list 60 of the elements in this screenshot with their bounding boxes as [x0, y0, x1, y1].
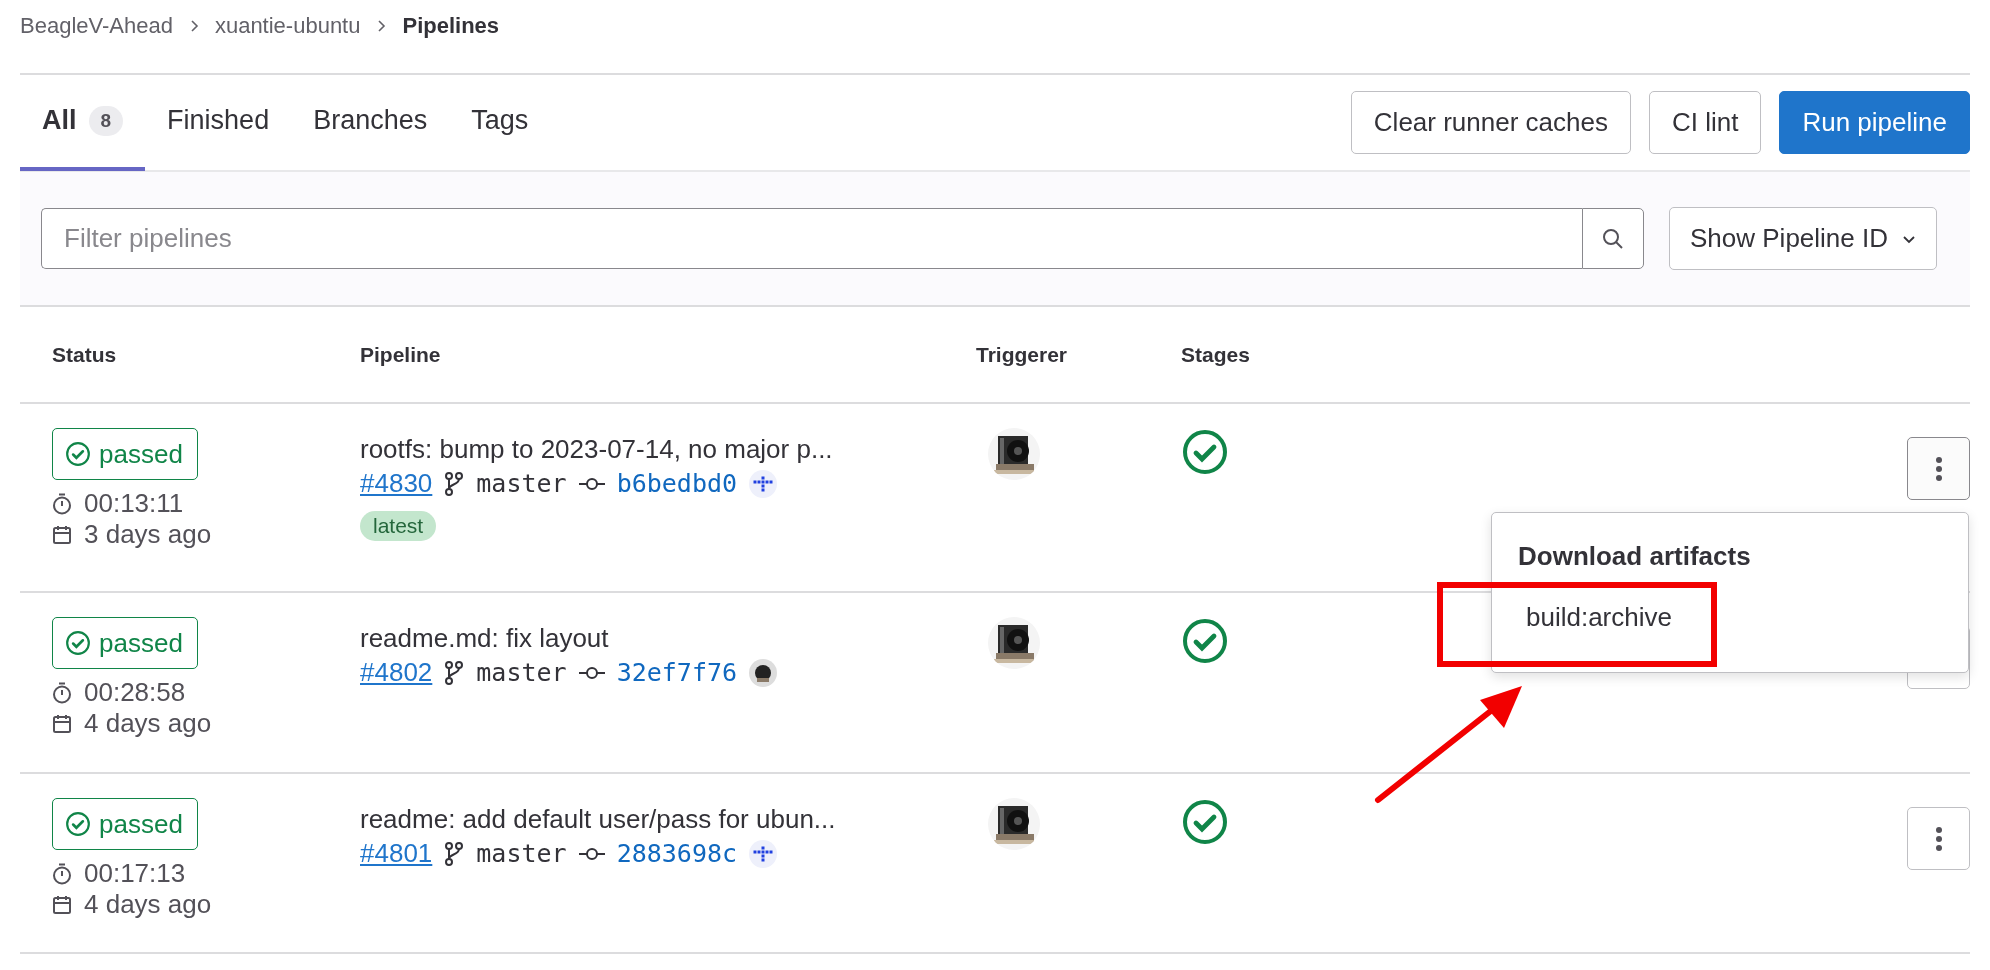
commit-icon — [578, 846, 605, 861]
pipeline-id-link[interactable]: #4802 — [360, 657, 433, 688]
branch-name[interactable]: master — [476, 839, 567, 868]
commit-icon — [578, 665, 605, 680]
stopwatch-icon — [52, 681, 72, 704]
search-icon — [1601, 226, 1625, 251]
branch-icon — [444, 660, 465, 685]
count-badge: 8 — [88, 105, 124, 136]
branch-icon — [444, 841, 465, 866]
search-button[interactable] — [1582, 208, 1644, 269]
latest-tag: latest — [360, 511, 437, 541]
duration-text: 00:13:11 — [84, 488, 184, 519]
column-header: Status — [52, 342, 118, 367]
status-badge[interactable]: passed — [52, 798, 198, 850]
commit-icon — [578, 476, 605, 491]
branch-name[interactable]: master — [476, 658, 567, 687]
commit-sha-link[interactable]: 2883698c — [616, 839, 738, 868]
commit-title[interactable]: rootfs: bump to 2023-07-14, no major p... — [360, 432, 833, 466]
menu-item[interactable]: build:archive — [1492, 602, 1968, 633]
column-header: Triggerer — [976, 342, 1069, 367]
stopwatch-icon — [52, 492, 72, 515]
primary-button[interactable]: Run pipeline — [1779, 91, 1970, 154]
branch-icon — [444, 471, 465, 496]
success-icon[interactable] — [1181, 617, 1229, 665]
menu-header: Download artifacts — [1517, 541, 1752, 572]
calendar-icon — [52, 524, 72, 545]
finished-time: 3 days ago — [84, 519, 212, 550]
kebab-icon — [1934, 825, 1943, 852]
success-icon[interactable] — [1181, 798, 1229, 846]
status-badge[interactable]: passed — [52, 428, 198, 480]
secondary-button[interactable]: Clear runner caches — [1350, 91, 1631, 154]
commit-sha-link[interactable]: b6bedbd0 — [616, 469, 738, 498]
column-header: Stages — [1181, 342, 1251, 367]
stopwatch-icon — [52, 862, 72, 885]
duration-text: 00:17:13 — [84, 858, 186, 889]
kebab-icon — [1934, 455, 1943, 482]
finished-time: 4 days ago — [84, 889, 212, 920]
status-badge[interactable]: passed — [52, 617, 198, 669]
secondary-button[interactable]: CI lint — [1648, 91, 1762, 154]
commit-title[interactable]: readme: add default user/pass for ubun... — [360, 802, 836, 836]
commit-sha-link[interactable]: 32ef7f76 — [616, 658, 738, 687]
success-icon[interactable] — [1181, 428, 1229, 476]
tab[interactable]: Branches — [291, 74, 450, 171]
branch-name[interactable]: master — [476, 469, 567, 498]
filter-field[interactable]: Filter pipelines — [41, 208, 1582, 269]
breadcrumb-link[interactable]: Pipelines — [402, 12, 500, 39]
pipeline-id-link[interactable]: #4830 — [360, 468, 433, 499]
tab[interactable]: Tags — [449, 74, 551, 171]
pipeline-id-link[interactable]: #4801 — [360, 838, 433, 869]
commit-title[interactable]: readme.md: fix layout — [360, 621, 609, 655]
calendar-icon — [52, 894, 72, 915]
duration-text: 00:28:58 — [84, 677, 186, 708]
more-actions-button[interactable] — [1907, 807, 1970, 870]
breadcrumb-link[interactable]: xuantie-ubuntu — [214, 12, 361, 39]
breadcrumb-link[interactable]: BeagleV-Ahead — [20, 12, 173, 39]
tab[interactable]: Finished — [145, 74, 292, 171]
calendar-icon — [52, 713, 72, 734]
sort-dropdown[interactable]: Show Pipeline ID — [1669, 207, 1937, 270]
finished-time: 4 days ago — [84, 708, 212, 739]
column-header: Pipeline — [360, 342, 442, 367]
